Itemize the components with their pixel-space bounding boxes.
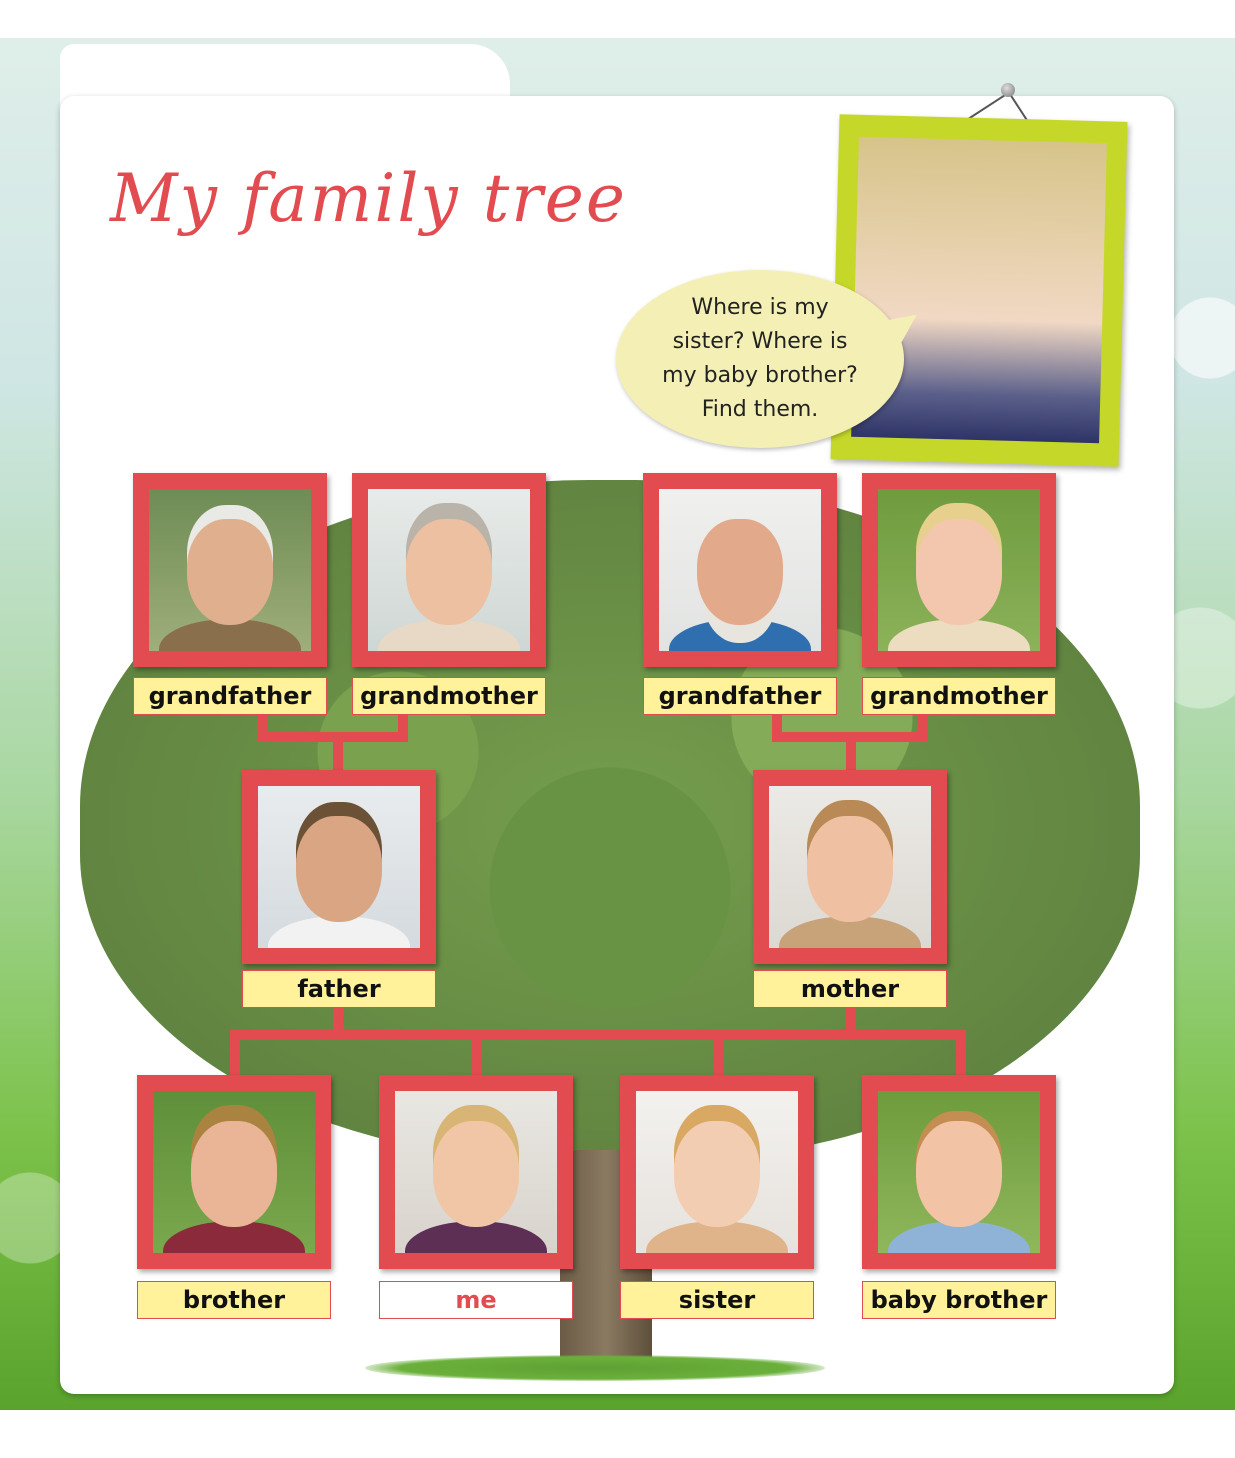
mother-photo	[769, 786, 931, 948]
photo-frame	[862, 473, 1056, 667]
face	[697, 519, 783, 625]
face	[674, 1121, 760, 1227]
brother-label: brother	[137, 1281, 331, 1319]
photo-frame	[862, 1075, 1056, 1269]
sister-card: sister	[620, 1075, 814, 1319]
face	[187, 519, 273, 625]
sister-label: sister	[620, 1281, 814, 1319]
face	[296, 816, 382, 922]
connector	[714, 1030, 724, 1080]
connector	[846, 732, 856, 772]
photo-frame	[137, 1075, 331, 1269]
speech-bubble: Where is my sister? Where is my baby bro…	[616, 270, 904, 448]
face	[191, 1121, 277, 1227]
page-title: My family tree	[110, 160, 627, 237]
sister-photo	[636, 1091, 798, 1253]
grandfather-1-photo	[149, 489, 311, 651]
face	[433, 1121, 519, 1227]
baby-brother-card: baby brother	[862, 1075, 1056, 1319]
father-card: father	[242, 770, 436, 1010]
me-card: me	[379, 1075, 573, 1319]
speech-bubble-text: Where is my sister? Where is my baby bro…	[662, 295, 858, 422]
connector	[472, 1030, 482, 1080]
me-label: me	[379, 1281, 573, 1319]
grandmother-2-card: grandmother	[862, 473, 1056, 717]
connector	[230, 1030, 240, 1080]
photo-frame	[753, 770, 947, 964]
face	[406, 519, 492, 625]
hanging-photo-frame	[830, 114, 1128, 467]
brother-photo	[153, 1091, 315, 1253]
nail-icon	[1001, 83, 1015, 97]
grandfather-1-card: grandfather	[133, 473, 327, 717]
photo-frame	[133, 473, 327, 667]
grandmother-1-photo	[368, 489, 530, 651]
grandfather-1-label: grandfather	[133, 677, 327, 715]
grandfather-2-label: grandfather	[643, 677, 837, 715]
grandmother-1-card: grandmother	[352, 473, 546, 717]
connector	[956, 1030, 966, 1080]
father-photo	[258, 786, 420, 948]
photo-frame	[643, 473, 837, 667]
face	[916, 519, 1002, 625]
connector	[230, 1030, 966, 1040]
grass	[365, 1355, 825, 1381]
brother-card: brother	[137, 1075, 331, 1319]
connector	[333, 732, 343, 772]
photo-frame	[352, 473, 546, 667]
me-photo	[395, 1091, 557, 1253]
grandfather-2-card: grandfather	[643, 473, 837, 717]
grandmother-2-photo	[878, 489, 1040, 651]
mother-label: mother	[753, 970, 947, 1008]
photo-frame	[620, 1075, 814, 1269]
grandfather-2-photo	[659, 489, 821, 651]
mother-card: mother	[753, 770, 947, 1010]
baby-brother-label: baby brother	[862, 1281, 1056, 1319]
grandmother-2-label: grandmother	[862, 677, 1056, 715]
photo-frame	[242, 770, 436, 964]
face	[916, 1121, 1002, 1227]
photo-frame	[379, 1075, 573, 1269]
baby-brother-photo	[878, 1091, 1040, 1253]
grandmother-1-label: grandmother	[352, 677, 546, 715]
face	[807, 816, 893, 922]
father-label: father	[242, 970, 436, 1008]
